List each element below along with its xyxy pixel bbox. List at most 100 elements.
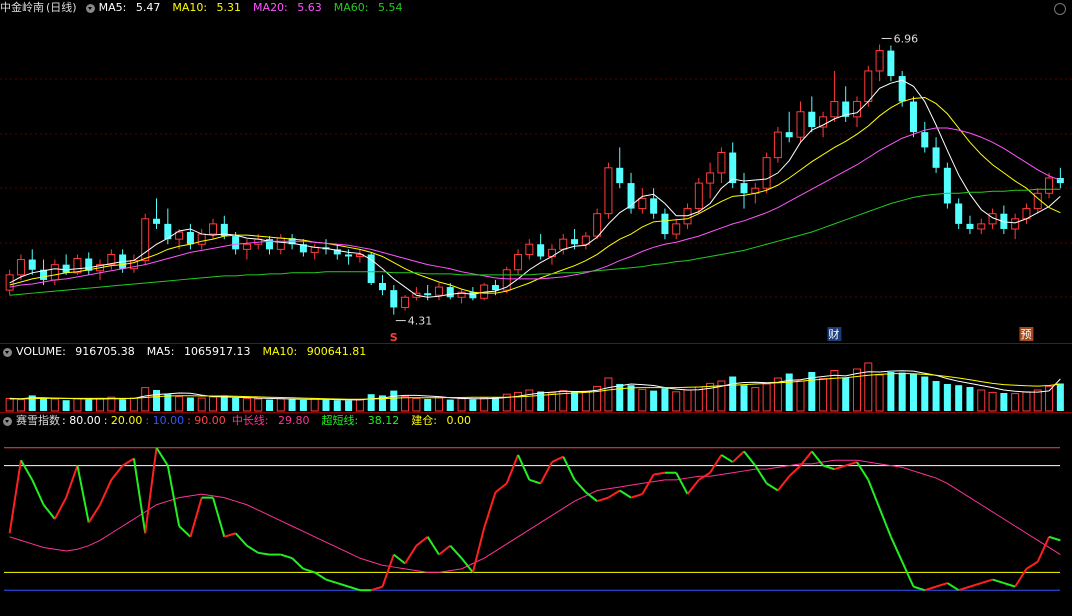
candle-body-down — [571, 239, 579, 245]
shortterm-segment — [946, 582, 960, 592]
shortterm-segment — [834, 464, 846, 471]
shortterm-segment — [573, 479, 587, 493]
volume-bar-down — [616, 384, 624, 411]
volume-bar-up — [514, 391, 523, 412]
volume-bar-up — [50, 398, 59, 412]
ma20-line — [9, 127, 1061, 288]
volume-bar-down — [333, 400, 341, 411]
shortterm-segment — [166, 465, 181, 527]
shortterm-segment — [630, 493, 643, 499]
shortterm-segment — [969, 582, 982, 588]
shortterm-segment — [53, 497, 68, 520]
volume-bar-up — [672, 391, 681, 412]
candle-body-down — [740, 183, 748, 194]
volume-bar-up — [412, 397, 421, 412]
shortterm-segment — [31, 479, 45, 506]
candle-body-down — [650, 198, 658, 214]
candle-body-down — [909, 101, 917, 133]
candle-body-up — [852, 101, 861, 118]
shortterm-segment — [720, 454, 734, 463]
volume-bar-up — [434, 397, 443, 412]
shortterm-segment — [303, 567, 315, 574]
shortterm-segment — [992, 578, 1005, 585]
candle-body-up — [242, 243, 251, 250]
volume-bar-up — [819, 378, 828, 412]
volume-bar-down — [966, 387, 974, 411]
volume-bar-down — [785, 373, 793, 411]
chart-canvas[interactable]: 6.96 4.31 S 财 预 — [0, 0, 1072, 616]
shortterm-segment — [754, 465, 768, 484]
volume-bar-down — [322, 399, 330, 411]
candle-body-up — [683, 208, 692, 225]
volume-bar-down — [921, 376, 929, 411]
volume-bar-down — [740, 385, 748, 411]
candle-body-up — [830, 101, 839, 118]
shortterm-segment — [132, 458, 147, 534]
candle-body-up — [638, 197, 647, 210]
shortterm-segment — [314, 571, 327, 581]
candle-body-down — [491, 285, 499, 291]
volume-bar-up — [276, 398, 285, 412]
candle-body-down — [627, 183, 635, 209]
volume-bar-down — [40, 397, 48, 411]
volume-bar-up — [1022, 391, 1031, 412]
volume-bars — [5, 362, 1064, 412]
volume-bar-down — [729, 376, 737, 411]
volume-bar-up — [1011, 393, 1020, 412]
shortterm-segment — [913, 585, 926, 592]
candle-body-up — [762, 157, 771, 189]
shortterm-segment — [935, 582, 948, 588]
shortterm-segment — [336, 582, 349, 588]
candle-body-up — [401, 296, 410, 308]
shortterm-segment — [709, 454, 723, 474]
volume-bar-down — [932, 381, 940, 411]
shortterm-segment — [1048, 535, 1061, 542]
volume-bar-down — [220, 395, 228, 411]
candle-body-up — [559, 238, 568, 250]
candle-body-up — [864, 70, 873, 103]
volume-bar-down — [424, 399, 432, 411]
volume-bar-up — [683, 389, 692, 412]
candle-body-down — [153, 218, 161, 224]
volume-bar-up — [310, 398, 319, 412]
volume-bar-up — [694, 386, 703, 412]
shortterm-segment — [234, 532, 248, 547]
shortterm-segment — [178, 525, 192, 538]
high-price-label: 6.96 — [894, 32, 919, 45]
candle-body-down — [469, 292, 477, 299]
shortterm-segment — [1003, 582, 1016, 588]
shortterm-segment — [494, 482, 508, 494]
shortterm-segment — [901, 561, 915, 588]
volume-bar-up — [96, 397, 105, 412]
volume-bar-down — [955, 385, 963, 411]
shortterm-segment — [20, 459, 34, 481]
volume-bar-up — [1045, 385, 1054, 412]
volume-bar-up — [175, 396, 184, 412]
candle-body-down — [966, 223, 974, 229]
forecast-badge[interactable]: 预 — [1020, 328, 1031, 341]
shortterm-segment — [189, 497, 203, 538]
shortterm-segment — [212, 497, 226, 538]
midterm-line — [9, 459, 1061, 573]
shortterm-segment — [822, 464, 835, 471]
candle-body-up — [310, 246, 319, 253]
financial-report-badge[interactable]: 财 — [828, 327, 839, 341]
candle-body-down — [661, 213, 669, 235]
shortterm-segment — [788, 464, 802, 478]
volume-bar-up — [864, 362, 873, 412]
candle-body-down — [232, 236, 240, 250]
shortterm-segment — [415, 536, 429, 547]
volume-bar-up — [129, 397, 138, 412]
volume-bar-up — [852, 368, 861, 412]
candle-body-down — [537, 244, 545, 257]
shortterm-segment — [653, 471, 666, 476]
volume-bar-down — [1000, 393, 1008, 411]
volume-bar-up — [977, 389, 986, 412]
shortterm-segment — [426, 536, 440, 556]
candle-body-down — [446, 287, 454, 298]
candle-body-down — [62, 264, 70, 273]
candle-body-up — [796, 111, 805, 138]
shortterm-segment — [732, 450, 745, 463]
volume-bar-up — [254, 398, 263, 412]
volume-bar-up — [875, 374, 884, 412]
